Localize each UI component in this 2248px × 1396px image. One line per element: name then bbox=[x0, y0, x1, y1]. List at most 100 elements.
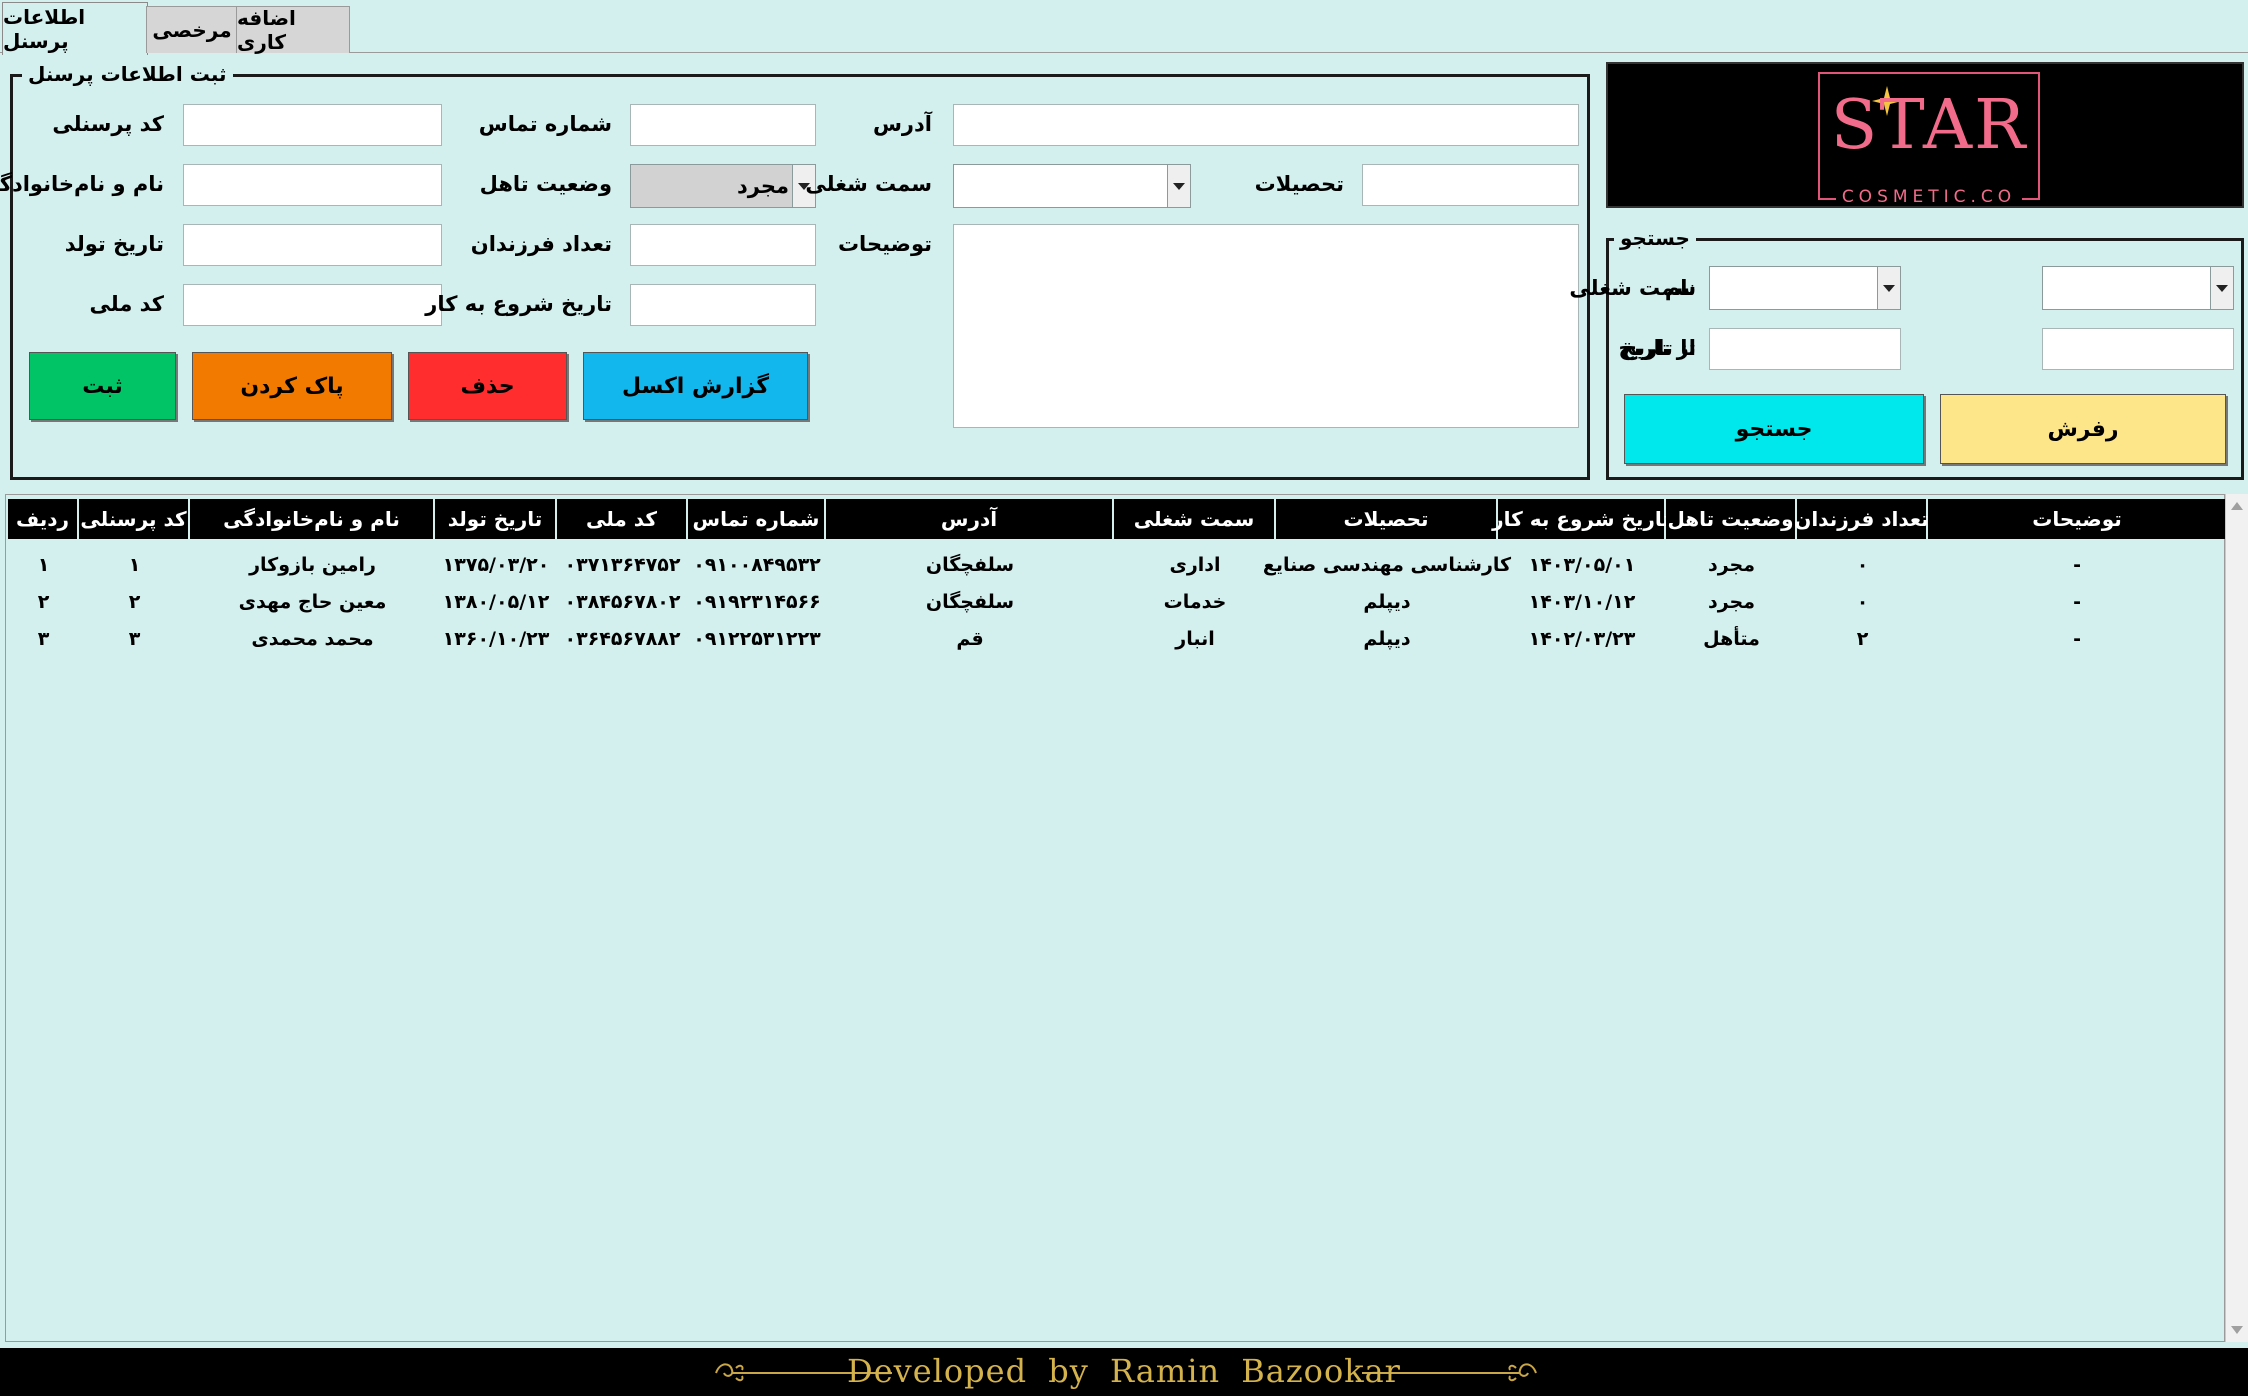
cell: معین حاج مهدی bbox=[238, 591, 387, 613]
to-date-input[interactable] bbox=[2042, 328, 2234, 370]
full-name-label: نام و نام‌خانوادگی bbox=[0, 172, 164, 196]
cell: ۳ bbox=[128, 628, 141, 650]
cell: خدمات bbox=[1163, 591, 1227, 613]
full-name-input[interactable] bbox=[183, 164, 442, 206]
phone-label: شماره تماس bbox=[478, 112, 612, 136]
cell: ۲ bbox=[1856, 628, 1869, 650]
col-header-start-date[interactable]: تاریخ شروع به کار bbox=[1492, 499, 1670, 539]
clear-button[interactable]: پاک کردن bbox=[192, 352, 392, 420]
col-header-personnel-code[interactable]: کد پرسنلی bbox=[79, 499, 190, 539]
col-header-national-code[interactable]: کد ملی bbox=[557, 499, 688, 539]
col-header-education[interactable]: تحصیلات bbox=[1276, 499, 1498, 539]
tab-leave[interactable]: مرخصی bbox=[146, 6, 238, 53]
footer-bar: Developed by Ramin Bazookar bbox=[0, 1348, 2248, 1396]
col-header-children[interactable]: تعداد فرزندان bbox=[1794, 499, 1929, 539]
job-position-value bbox=[960, 165, 1164, 207]
cell: اداری bbox=[1169, 554, 1221, 576]
delete-button[interactable]: حذف bbox=[408, 352, 567, 420]
cell: انبار bbox=[1175, 628, 1215, 650]
personnel-code-label: کد پرسنلی bbox=[52, 112, 164, 136]
children-input[interactable] bbox=[630, 224, 816, 266]
chevron-down-icon[interactable] bbox=[2210, 267, 2233, 309]
cell: ۱۴۰۳/۰۵/۰۱ bbox=[1528, 554, 1636, 576]
education-label: تحصیلات bbox=[1254, 172, 1344, 196]
birth-date-input[interactable] bbox=[183, 224, 442, 266]
cell: ۰ bbox=[1856, 554, 1869, 576]
description-label: توضیحات bbox=[837, 232, 932, 256]
cell: محمد محمدی bbox=[251, 628, 374, 650]
logo-main-text: STAR bbox=[1830, 86, 2028, 165]
national-code-input[interactable] bbox=[183, 284, 442, 326]
cell: ۱ bbox=[128, 554, 141, 576]
children-label: تعداد فرزندان bbox=[470, 232, 612, 256]
cell: ۰۳۸۴۵۶۷۸۰۲ bbox=[564, 591, 681, 613]
cell: ۳ bbox=[37, 628, 50, 650]
col-header-marital-status[interactable]: وضعیت تاهل bbox=[1666, 499, 1797, 539]
marital-status-combo[interactable]: مجرد bbox=[630, 164, 816, 208]
personnel-table[interactable]: ردیف کد پرسنلی نام و نام‌خانوادگی تاریخ … bbox=[5, 494, 2226, 1342]
cell: ۲ bbox=[128, 591, 141, 613]
cell: دیپلم bbox=[1363, 628, 1411, 650]
col-header-row[interactable]: ردیف bbox=[8, 499, 79, 539]
address-label: آدرس bbox=[872, 112, 932, 136]
refresh-button[interactable]: رفرش bbox=[1940, 394, 2226, 464]
from-date-input[interactable] bbox=[1709, 328, 1901, 370]
chevron-down-icon[interactable] bbox=[1877, 267, 1900, 309]
search-name-combo[interactable] bbox=[1709, 266, 1901, 310]
col-header-full-name[interactable]: نام و نام‌خانوادگی bbox=[190, 499, 435, 539]
cell: - bbox=[2073, 554, 2081, 576]
personnel-code-input[interactable] bbox=[183, 104, 442, 146]
search-button[interactable]: جستجو bbox=[1624, 394, 1924, 464]
developer-credit: Developed by Ramin Bazookar bbox=[847, 1352, 1401, 1390]
cell: ۰۳۶۴۵۶۷۸۸۲ bbox=[564, 628, 681, 650]
search-name-value bbox=[1716, 267, 1874, 309]
col-header-birth-date[interactable]: تاریخ تولد bbox=[435, 499, 557, 539]
company-logo: STAR COSMETIC.CO bbox=[1606, 62, 2244, 208]
job-position-combo[interactable] bbox=[953, 164, 1191, 208]
description-textarea[interactable] bbox=[953, 224, 1579, 428]
national-code-label: کد ملی bbox=[89, 292, 164, 316]
search-job-position-value bbox=[2049, 267, 2207, 309]
chevron-down-icon[interactable] bbox=[1167, 165, 1190, 207]
table-row[interactable]: ۲ ۲ معین حاج مهدی ۱۳۸۰/۰۵/۱۲ ۰۳۸۴۵۶۷۸۰۲ … bbox=[6, 584, 2206, 620]
address-input[interactable] bbox=[953, 104, 1579, 146]
submit-button[interactable]: ثبت bbox=[29, 352, 176, 420]
excel-report-button[interactable]: گزارش اکسل bbox=[583, 352, 808, 420]
col-header-job-position[interactable]: سمت شغلی bbox=[1114, 499, 1276, 539]
marital-status-value: مجرد bbox=[737, 174, 789, 198]
col-header-address[interactable]: آدرس bbox=[826, 499, 1114, 539]
col-header-phone[interactable]: شماره تماس bbox=[688, 499, 826, 539]
cell: ۱۳۶۰/۱۰/۲۳ bbox=[442, 628, 550, 650]
cell: ۱۳۷۵/۰۳/۲۰ bbox=[442, 554, 550, 576]
col-header-description[interactable]: توضیحات bbox=[1928, 499, 2226, 539]
cell: کارشناسی مهندسی صنایع bbox=[1262, 554, 1512, 576]
education-input[interactable] bbox=[1362, 164, 1579, 206]
scroll-down-icon[interactable] bbox=[2231, 1326, 2243, 1334]
cell: متأهل bbox=[1703, 628, 1760, 650]
phone-input[interactable] bbox=[630, 104, 816, 146]
table-row[interactable]: ۳ ۳ محمد محمدی ۱۳۶۰/۱۰/۲۳ ۰۳۶۴۵۶۷۸۸۲ ۰۹۱… bbox=[6, 621, 2206, 657]
cell: - bbox=[2073, 591, 2081, 613]
job-position-label: سمت شغلی bbox=[805, 172, 932, 196]
marital-status-label: وضعیت تاهل bbox=[479, 172, 612, 196]
start-date-label: تاریخ شروع به کار bbox=[425, 292, 612, 316]
cell: ۰۹۱۹۲۳۱۴۵۶۶ bbox=[693, 591, 821, 613]
cell: قم bbox=[956, 628, 984, 650]
cell: مجرد bbox=[1707, 591, 1756, 613]
search-name-label: نام bbox=[1664, 276, 1696, 300]
cell: ۱۴۰۳/۱۰/۱۲ bbox=[1528, 591, 1636, 613]
start-date-input[interactable] bbox=[630, 284, 816, 326]
search-title: جستجو bbox=[1614, 226, 1696, 250]
cell: ۱ bbox=[37, 554, 50, 576]
cell: سلفچگان bbox=[925, 591, 1015, 613]
table-row[interactable]: ۱ ۱ رامین بازوکار ۱۳۷۵/۰۳/۲۰ ۰۳۷۱۳۶۴۷۵۲ … bbox=[6, 547, 2206, 583]
cell: ۱۴۰۲/۰۳/۲۳ bbox=[1528, 628, 1636, 650]
scroll-up-icon[interactable] bbox=[2231, 502, 2243, 510]
cell: ۰ bbox=[1856, 591, 1869, 613]
search-job-position-combo[interactable] bbox=[2042, 266, 2234, 310]
table-vertical-scrollbar[interactable] bbox=[2225, 494, 2248, 1342]
cell: ۰۳۷۱۳۶۴۷۵۲ bbox=[564, 554, 681, 576]
tab-overtime[interactable]: اضافه کاری bbox=[236, 6, 350, 54]
tab-personnel-info[interactable]: اطلاعات پرسنل bbox=[2, 2, 148, 55]
cell: ۰۹۱۰۰۸۴۹۵۳۲ bbox=[693, 554, 821, 576]
